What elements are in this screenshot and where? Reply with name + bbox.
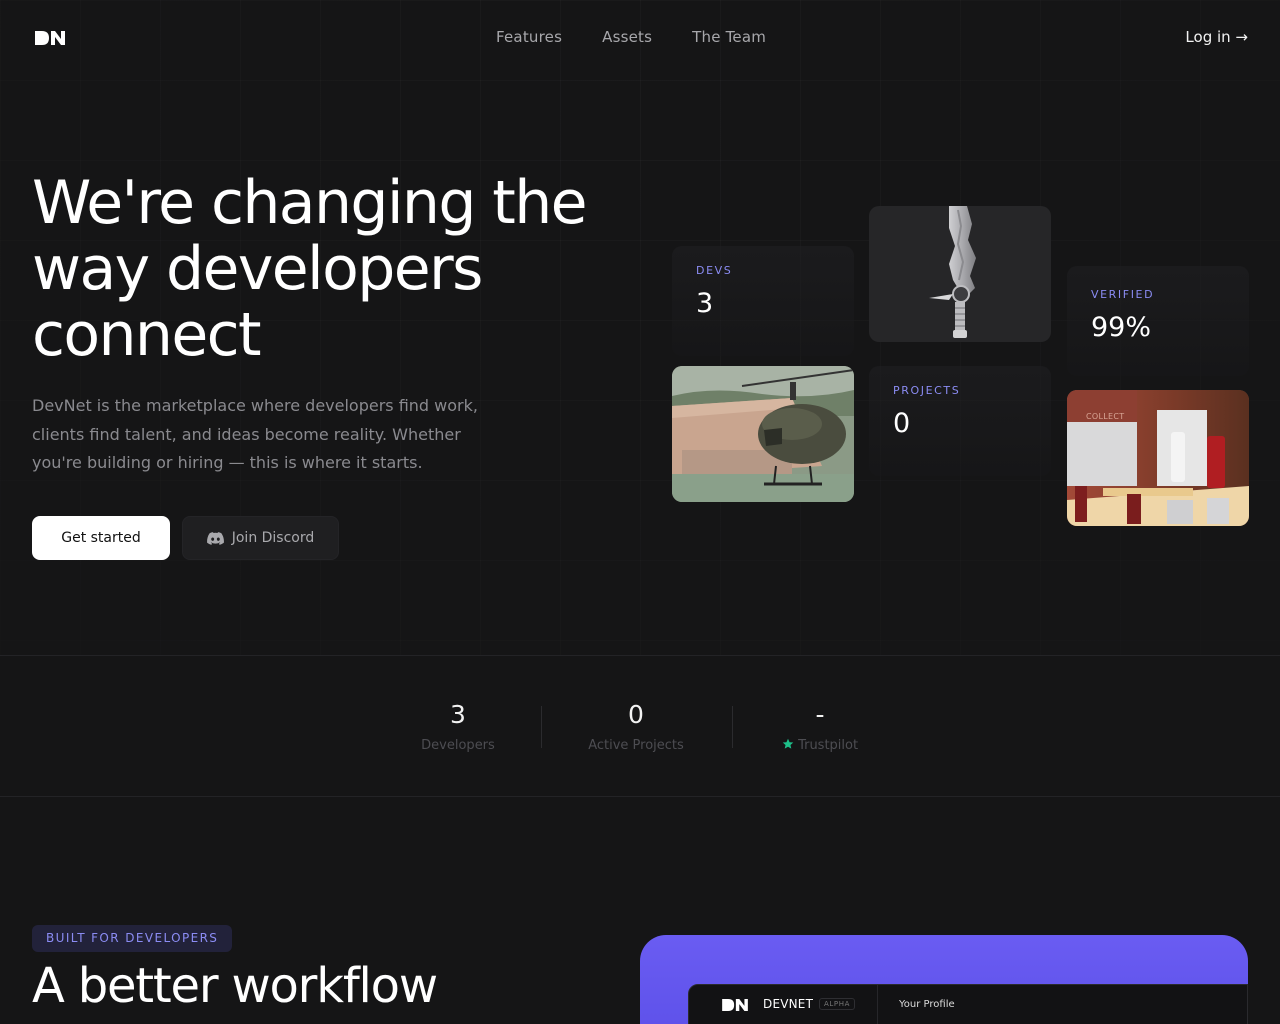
- app-preview-profile-label[interactable]: Your Profile: [899, 999, 955, 1010]
- app-preview-alpha-badge: ALPHA: [819, 998, 855, 1010]
- stat-active-projects-label: Active Projects: [588, 738, 684, 753]
- top-nav: Features Assets The Team Log in →: [0, 0, 1280, 76]
- discord-icon: [206, 531, 224, 545]
- stat-trustpilot-value: -: [815, 700, 825, 729]
- star-icon: [782, 738, 794, 749]
- app-preview-name: DEVNET: [763, 997, 814, 1011]
- cafeteria-asset-image: [1067, 390, 1249, 526]
- app-preview-logo-icon: [722, 999, 748, 1011]
- get-started-button[interactable]: Get started: [32, 516, 170, 560]
- devs-stat-card: DEVS 3: [672, 246, 854, 356]
- login-link[interactable]: Log in →: [1185, 28, 1248, 46]
- projects-stat-label: PROJECTS: [893, 384, 961, 397]
- devs-stat-label: DEVS: [696, 264, 733, 277]
- helicopter-asset-card[interactable]: [672, 366, 854, 502]
- app-preview-divider: [877, 985, 878, 1024]
- stat-active-projects-value: 0: [628, 700, 644, 729]
- join-discord-label: Join Discord: [231, 530, 315, 546]
- nav-links: Features Assets The Team: [496, 28, 766, 46]
- section-badge: BUILT FOR DEVELOPERS: [32, 925, 233, 952]
- stats-bottom-divider: [0, 796, 1280, 797]
- nav-link-assets[interactable]: Assets: [602, 28, 652, 46]
- hero-title: We're changing the way developers connec…: [32, 168, 588, 370]
- trustpilot-label: Trustpilot: [798, 738, 859, 753]
- nav-link-the-team[interactable]: The Team: [692, 28, 766, 46]
- cafeteria-asset-card[interactable]: COLLECT: [1067, 390, 1249, 526]
- devnet-logo-icon[interactable]: [35, 31, 65, 45]
- verified-stat-value: 99%: [1091, 312, 1152, 343]
- section-title: A better workflow: [32, 958, 438, 1014]
- devs-stat-value: 3: [696, 288, 714, 319]
- stat-developers-value: 3: [450, 700, 466, 729]
- stats-separator: [732, 706, 733, 748]
- stats-top-divider: [0, 655, 1280, 656]
- projects-stat-value: 0: [893, 408, 911, 439]
- helicopter-asset-image: [672, 366, 854, 502]
- collect-sign-text: COLLECT: [1086, 412, 1125, 421]
- stat-developers-label: Developers: [421, 738, 495, 753]
- hero-subtitle: DevNet is the marketplace where develope…: [32, 396, 478, 472]
- verified-stat-card: VERIFIED 99%: [1067, 266, 1249, 376]
- landing-page: Features Assets The Team Log in → We're …: [0, 0, 1280, 1024]
- sword-asset-card[interactable]: [869, 206, 1051, 342]
- stats-separator: [541, 706, 542, 748]
- projects-stat-card: PROJECTS 0: [869, 366, 1051, 476]
- verified-stat-label: VERIFIED: [1091, 288, 1155, 301]
- join-discord-button[interactable]: Join Discord: [182, 516, 339, 560]
- stat-trustpilot[interactable]: - Trustpilot: [768, 700, 872, 753]
- sword-asset-image: [929, 206, 976, 338]
- stat-developers: 3 Developers: [408, 700, 508, 753]
- trustpilot-link[interactable]: Trustpilot: [768, 738, 872, 753]
- stat-active-projects: 0 Active Projects: [577, 700, 695, 753]
- app-preview-window: DEVNET ALPHA Your Profile: [688, 984, 1248, 1024]
- nav-link-features[interactable]: Features: [496, 28, 562, 46]
